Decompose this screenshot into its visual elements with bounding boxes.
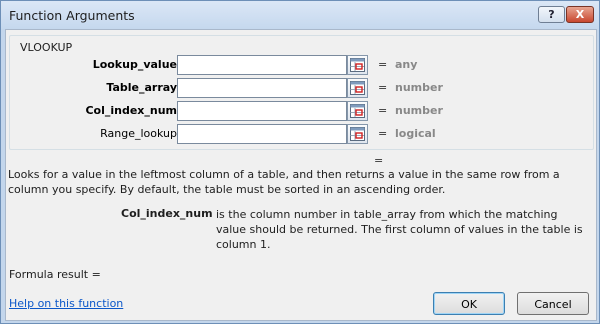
- argument-label: Table_array: [106, 81, 177, 94]
- question-icon: ?: [548, 8, 555, 21]
- close-button[interactable]: X: [566, 6, 594, 23]
- range-select-icon: [350, 104, 365, 118]
- title-bar[interactable]: Function Arguments ? X: [1, 1, 599, 29]
- argument-result: logical: [395, 127, 436, 140]
- range-select-icon: [350, 58, 365, 72]
- function-name: VLOOKUP: [20, 41, 73, 54]
- window-title: Function Arguments: [9, 8, 135, 23]
- close-icon: X: [575, 8, 585, 21]
- equals-sign: =: [378, 58, 388, 71]
- argument-label: Col_index_num: [85, 104, 177, 117]
- collapse-dialog-button[interactable]: [347, 55, 368, 75]
- argument-help-text: is the column number in table_array from…: [216, 208, 583, 251]
- arguments-group: VLOOKUP Lookup_value = any Table_array =…: [9, 35, 594, 150]
- lookup-value-input[interactable]: [177, 55, 347, 75]
- formula-result-label: Formula result =: [9, 268, 101, 281]
- argument-label: Range_lookup: [100, 127, 177, 140]
- argument-result: number: [395, 81, 443, 94]
- equals-sign: =: [378, 127, 388, 140]
- dialog-body: VLOOKUP Lookup_value = any Table_array =…: [5, 29, 597, 321]
- collapse-dialog-button[interactable]: [347, 124, 368, 144]
- argument-row-range-lookup: Range_lookup = logical: [10, 124, 590, 144]
- argument-result: any: [395, 58, 418, 71]
- range-lookup-input[interactable]: [177, 124, 347, 144]
- collapse-dialog-button[interactable]: [347, 78, 368, 98]
- argument-row-col-index-num: Col_index_num = number: [10, 101, 590, 121]
- argument-row-table-array: Table_array = number: [10, 78, 590, 98]
- equals-sign: =: [378, 81, 388, 94]
- help-on-function-link[interactable]: Help on this function: [9, 297, 123, 310]
- table-array-input[interactable]: [177, 78, 347, 98]
- ok-button[interactable]: OK: [433, 292, 505, 315]
- argument-help-name: Col_index_num: [121, 207, 213, 220]
- argument-label: Lookup_value: [92, 58, 177, 71]
- function-arguments-dialog: Function Arguments ? X VLOOKUP Lookup_va…: [0, 0, 600, 324]
- range-select-icon: [350, 81, 365, 95]
- range-select-icon: [350, 127, 365, 141]
- function-result-equals: =: [374, 154, 384, 167]
- argument-result: number: [395, 104, 443, 117]
- function-description: Looks for a value in the leftmost column…: [8, 168, 560, 196]
- equals-sign: =: [378, 104, 388, 117]
- col-index-num-input[interactable]: [177, 101, 347, 121]
- collapse-dialog-button[interactable]: [347, 101, 368, 121]
- cancel-button[interactable]: Cancel: [517, 292, 589, 315]
- help-button[interactable]: ?: [538, 6, 565, 23]
- argument-row-lookup-value: Lookup_value = any: [10, 55, 590, 75]
